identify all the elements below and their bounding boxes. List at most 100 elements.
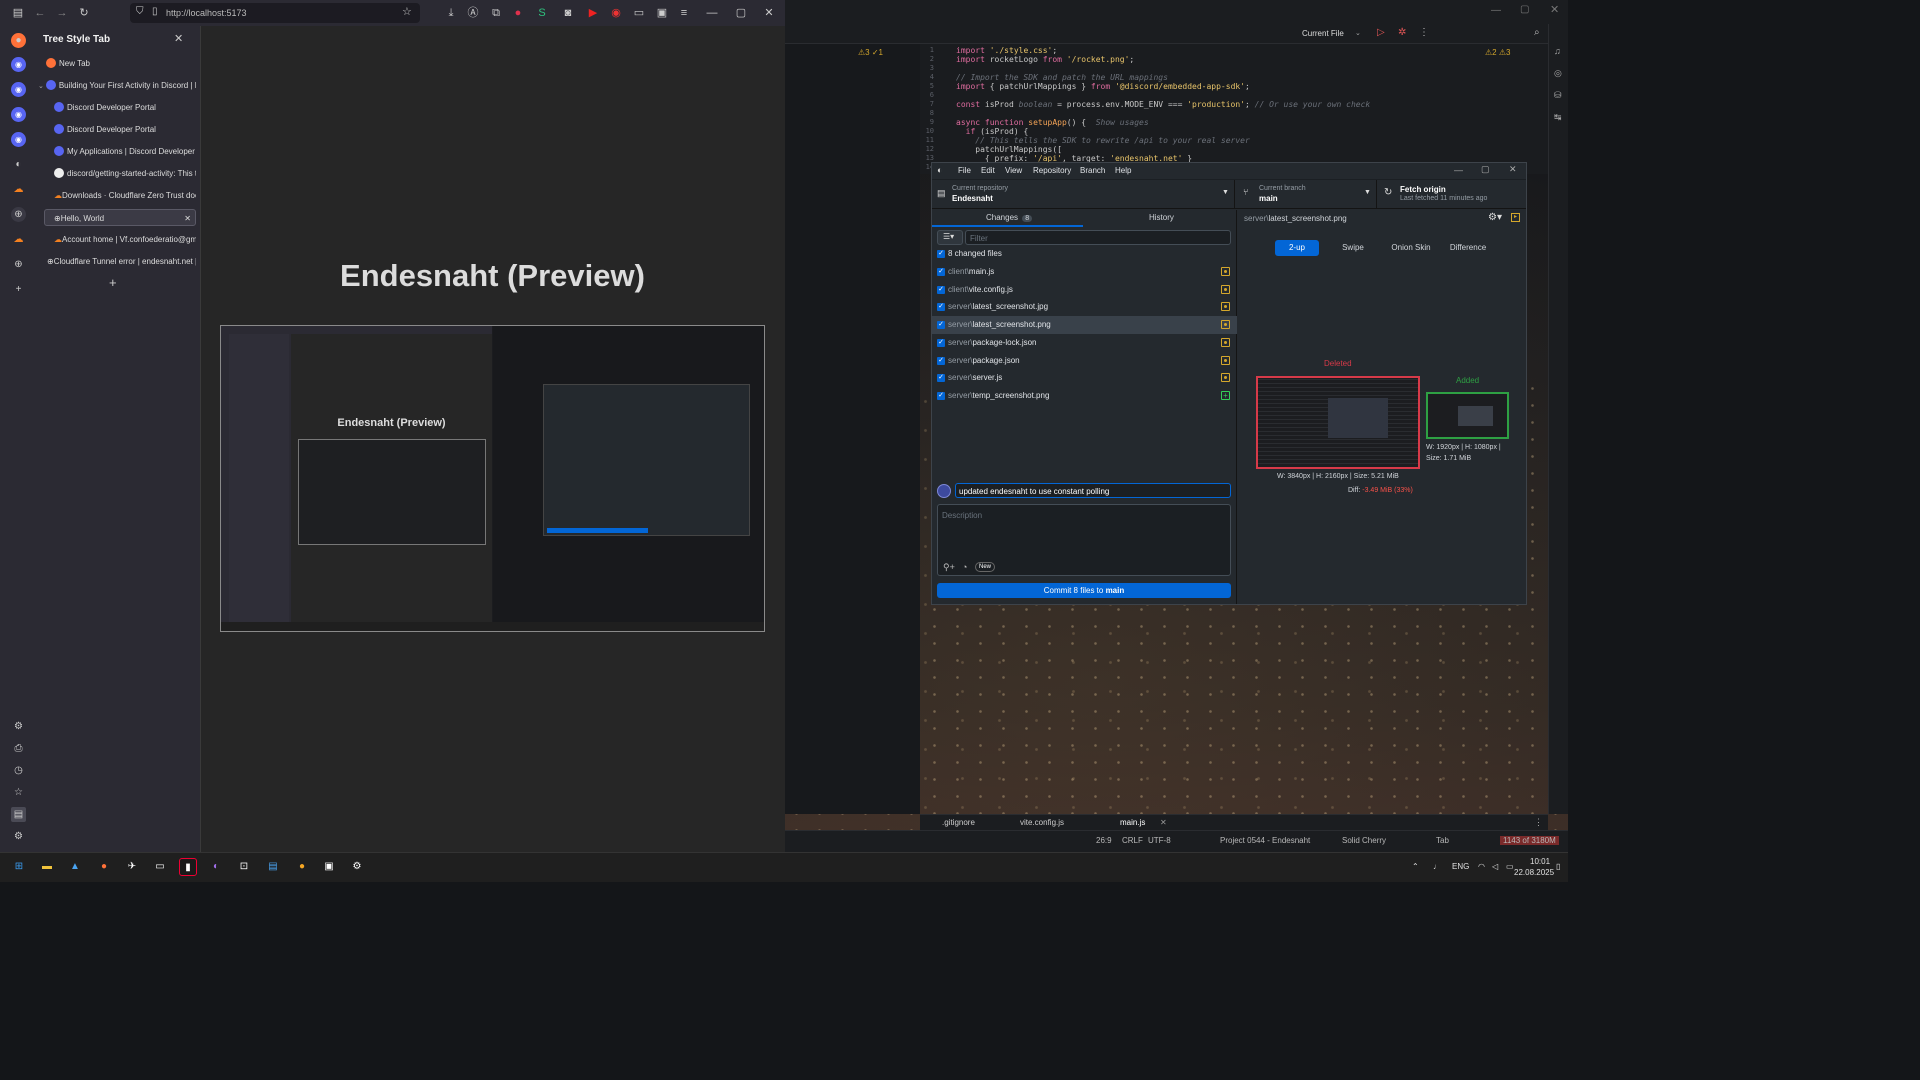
code-line[interactable]: if (isProd) { (956, 127, 1029, 136)
current-branch-button[interactable]: ⑂ Current branch main ▼ (1238, 180, 1377, 209)
screenshot-icon[interactable]: ▣ (655, 6, 669, 20)
notifications-icon[interactable]: ▯ (1556, 862, 1560, 871)
select-all-row[interactable]: ✓ 8 changed files (932, 245, 1237, 263)
code-line[interactable]: import './style.css'; (956, 46, 1057, 55)
settings-icon[interactable]: ⚙ (348, 858, 366, 876)
copilot-icon[interactable]: ◔ (962, 562, 967, 572)
firefox-icon[interactable]: ● (11, 33, 26, 48)
notifications-icon[interactable]: ♫ (1554, 46, 1561, 56)
shield-icon[interactable]: ⛉ (136, 6, 144, 17)
extension-gear-icon[interactable]: ⚙ (11, 719, 26, 734)
search-icon[interactable]: ⌕ (1534, 27, 1540, 38)
code-line[interactable]: import rocketLogo from '/rocket.png'; (956, 55, 1134, 64)
database-icon[interactable]: ⛁ (1554, 90, 1562, 101)
minimize-icon[interactable]: — (1491, 5, 1501, 16)
menu-branch[interactable]: Branch (1080, 166, 1105, 175)
open-file-icon[interactable]: ▸ (1511, 213, 1520, 222)
notes-icon[interactable]: ▤ (264, 858, 282, 876)
file-checkbox[interactable]: ✓ (937, 321, 945, 330)
discord-icon[interactable]: ◉ (11, 57, 26, 72)
filter-input[interactable]: Filter (965, 230, 1231, 245)
firefox-icon[interactable]: ● (95, 858, 113, 876)
forward-icon[interactable]: → (55, 6, 69, 20)
diff-settings-icon[interactable]: ⚙▾ (1488, 212, 1502, 223)
app-bird-icon[interactable]: ✈ (123, 858, 141, 876)
volume-icon[interactable]: ◁ (1492, 862, 1498, 871)
tree-tab-icon[interactable]: ▤ (11, 807, 26, 822)
cloudflare-icon[interactable]: ☁ (11, 182, 26, 197)
file-checkbox[interactable]: ✓ (937, 391, 945, 400)
more-icon[interactable]: ⋮ (1419, 27, 1429, 38)
printer-icon[interactable]: ⎙ (11, 741, 26, 756)
github-desktop-icon[interactable]: ◐ (207, 858, 225, 876)
theme-name[interactable]: Solid Cherry (1342, 836, 1386, 845)
editor-tab-vite-config[interactable]: vite.config.js (1020, 818, 1064, 827)
commit-summary-input[interactable]: updated endesnaht to use constant pollin… (955, 483, 1231, 498)
github-icon[interactable]: ◐ (11, 157, 26, 172)
reload-icon[interactable]: ↻ (77, 6, 91, 20)
settings-icon[interactable]: ⚙ (11, 829, 26, 844)
more-tabs-icon[interactable]: ⋮ (1534, 817, 1543, 828)
extension-stop-icon[interactable]: ◉ (609, 6, 623, 20)
tab-item[interactable]: New Tab (46, 55, 196, 72)
close-icon[interactable]: ✕ (174, 32, 183, 45)
code-line[interactable]: // This tells the SDK to rewrite /api to… (956, 136, 1250, 145)
add-icon[interactable]: + (11, 282, 26, 297)
tab-item[interactable]: ☁Account home | Vf.confoederatio@gm (54, 231, 196, 248)
close-icon[interactable]: ✕ (184, 210, 191, 225)
endpoints-icon[interactable]: ↹ (1554, 112, 1562, 123)
app-window-icon[interactable]: ▣ (320, 858, 338, 876)
close-icon[interactable]: ✕ (762, 6, 776, 20)
code-line[interactable]: const isProd boolean = process.env.MODE_… (956, 100, 1370, 109)
app-orange-icon[interactable]: ● (293, 858, 311, 876)
inspection-summary-right[interactable]: ⚠2 ⚠3 (1485, 48, 1510, 57)
discord-icon[interactable]: ◉ (11, 82, 26, 97)
diff-mode-onion-skin[interactable]: Onion Skin (1386, 240, 1436, 256)
select-all-checkbox[interactable]: ✓ (937, 250, 945, 258)
menu-repository[interactable]: Repository (1033, 166, 1071, 175)
add-coauthor-icon[interactable]: ⚲+ (943, 562, 955, 573)
diff-mode-swipe[interactable]: Swipe (1333, 240, 1373, 256)
app-icon[interactable]: ⊡ (235, 858, 253, 876)
code-line[interactable]: // Import the SDK and patch the URL mapp… (956, 73, 1168, 82)
menu-edit[interactable]: Edit (981, 166, 995, 175)
clock-time[interactable]: 10:01 (1530, 857, 1550, 866)
tab-item[interactable]: My Applications | Discord Developer Po (54, 143, 196, 160)
code-line[interactable]: async function setupApp() { Show usages (956, 118, 1149, 127)
tab-history[interactable]: History (1149, 213, 1174, 222)
ai-icon[interactable]: ◎ (1554, 68, 1562, 79)
clock-date[interactable]: 22.08.2025 (1514, 868, 1554, 877)
gallery-icon[interactable]: ▲ (66, 858, 84, 876)
menu-help[interactable]: Help (1115, 166, 1131, 175)
changed-file-row[interactable]: ✓ server\temp_screenshot.png + (932, 387, 1237, 405)
run-config-select[interactable]: Current File (1302, 29, 1344, 38)
file-checkbox[interactable]: ✓ (937, 374, 945, 383)
webstorm-icon[interactable]: ▮ (179, 858, 197, 876)
bookmarks-icon[interactable]: ☆ (11, 785, 26, 800)
account-icon[interactable]: Ⓐ (466, 6, 480, 20)
cloudflare-icon[interactable]: ☁ (11, 232, 26, 247)
diff-mode-difference[interactable]: Difference (1444, 240, 1492, 256)
extension-s-icon[interactable]: S (535, 6, 549, 20)
line-ending[interactable]: CRLF (1122, 836, 1143, 845)
file-checkbox[interactable]: ✓ (937, 338, 945, 347)
changed-file-row[interactable]: ✓ server\latest_screenshot.jpg (932, 298, 1237, 316)
tab-changes[interactable]: Changes 8 (986, 213, 1033, 222)
battery-icon[interactable]: ▭ (1506, 862, 1514, 871)
file-checkbox[interactable]: ✓ (937, 303, 945, 312)
changed-file-row[interactable]: ✓ server\latest_screenshot.png (932, 316, 1237, 335)
commit-description-input[interactable]: Description ⚲+ ◔ New (937, 504, 1231, 576)
extension-mask-icon[interactable]: ◙ (561, 6, 575, 20)
globe-icon[interactable]: ⊕ (11, 257, 26, 272)
microphone-icon[interactable]: ♩ (1433, 862, 1441, 871)
commit-button[interactable]: Commit 8 files to main (937, 583, 1231, 598)
extensions-icon[interactable]: ⧉ (489, 6, 503, 20)
discord-icon[interactable]: ◉ (11, 132, 26, 147)
file-checkbox[interactable]: ✓ (937, 285, 945, 294)
tab-item-active[interactable]: ⊕Hello, World ✕ (44, 209, 196, 226)
globe-icon[interactable]: ⊕ (11, 207, 26, 222)
code-line[interactable]: patchUrlMappings([ (956, 145, 1062, 154)
filter-options-button[interactable]: ☰▾ (937, 230, 963, 245)
file-checkbox[interactable]: ✓ (937, 356, 945, 365)
menu-view[interactable]: View (1005, 166, 1022, 175)
